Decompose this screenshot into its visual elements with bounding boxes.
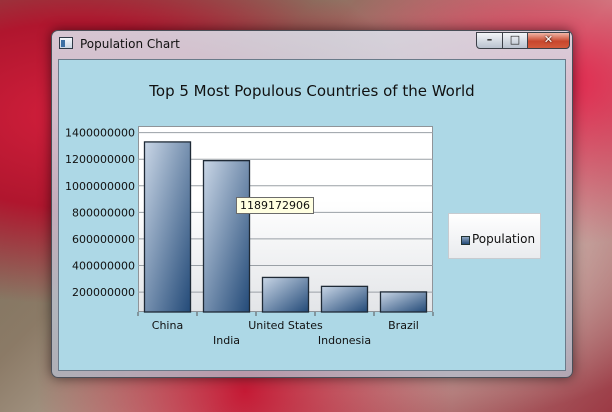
- y-tick-label: 200000000: [72, 286, 135, 299]
- maximize-icon: □: [509, 33, 521, 46]
- window-title: Population Chart: [80, 37, 180, 51]
- x-tick-label: Brazil: [388, 319, 419, 332]
- x-tick-label: Indonesia: [318, 334, 371, 347]
- x-tick-label: China: [152, 319, 183, 332]
- legend-label-population: Population: [472, 232, 536, 246]
- maximize-button[interactable]: □: [502, 32, 528, 49]
- close-button[interactable]: ✕: [527, 32, 570, 49]
- y-tick-label: 600000000: [72, 233, 135, 246]
- bar-china: [143, 141, 192, 313]
- legend: Population: [448, 213, 541, 259]
- close-icon: ✕: [543, 33, 554, 46]
- app-window: Population Chart – □ ✕ Top 5 Most Populo…: [51, 30, 573, 378]
- y-tick-label: 800000000: [72, 206, 135, 219]
- y-tick-label: 1000000000: [65, 180, 135, 193]
- legend-swatch-population: [461, 236, 470, 245]
- bar-indonesia: [320, 285, 369, 313]
- x-tick-label: India: [213, 334, 240, 347]
- bar-united-states: [261, 276, 310, 313]
- minimize-icon: –: [486, 33, 493, 46]
- x-tick-label: United States: [248, 319, 323, 332]
- y-tick-label: 1400000000: [65, 127, 135, 140]
- chart-area: Top 5 Most Populous Countries of the Wor…: [58, 59, 566, 371]
- value-tooltip: 1189172906: [236, 197, 314, 214]
- y-tick-label: 400000000: [72, 260, 135, 273]
- bar-brazil: [379, 291, 428, 313]
- y-tick-label: 1200000000: [65, 153, 135, 166]
- title-bar[interactable]: Population Chart – □ ✕: [52, 31, 572, 57]
- window-app-icon[interactable]: [59, 37, 73, 49]
- bar-india: [202, 160, 251, 313]
- minimize-button[interactable]: –: [476, 32, 503, 49]
